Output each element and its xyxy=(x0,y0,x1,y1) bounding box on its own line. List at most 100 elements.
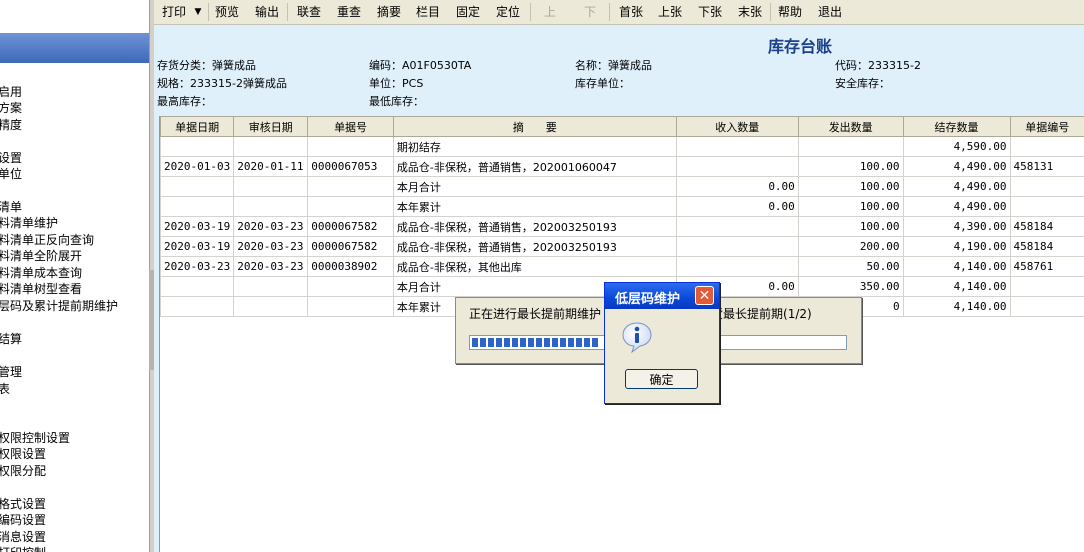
empty-cell xyxy=(234,488,308,507)
print-dropdown-icon[interactable]: ▼ xyxy=(192,2,204,22)
nav-item[interactable]: 料清单成本查询 xyxy=(0,265,82,281)
nav-item[interactable]: 启用 xyxy=(0,84,22,100)
progress-block xyxy=(552,338,558,347)
nav-item[interactable]: 方案 xyxy=(0,100,22,116)
empty-cell xyxy=(903,355,1010,374)
next-record-button[interactable]: 下张 xyxy=(695,2,725,22)
empty-cell xyxy=(393,412,676,431)
table-row[interactable]: 本月合计 0.00 100.00 4,490.00 xyxy=(159,176,1084,197)
columns-button[interactable]: 栏目 xyxy=(413,2,443,22)
empty-cell xyxy=(234,355,308,374)
column-header[interactable]: 单据日期 xyxy=(159,116,235,137)
table-cell: 2020-03-23 xyxy=(233,256,309,277)
nav-item[interactable]: 编码设置 xyxy=(0,512,46,528)
table-cell xyxy=(675,256,799,277)
nav-item[interactable]: 管理 xyxy=(0,364,22,380)
nav-item[interactable]: 权限分配 xyxy=(0,463,46,479)
last-record-button[interactable]: 末张 xyxy=(735,2,765,22)
progress-block xyxy=(520,338,526,347)
exit-button[interactable]: 退出 xyxy=(815,2,845,22)
empty-cell xyxy=(308,374,394,393)
empty-cell xyxy=(903,374,1010,393)
table-cell: 350.00 xyxy=(797,276,904,297)
table-row[interactable]: 本年累计 0.00 100.00 4,490.00 xyxy=(159,196,1084,217)
ok-button[interactable]: 确定 xyxy=(625,369,698,389)
nav-item[interactable]: 设置 xyxy=(0,150,22,166)
table-cell: 2020-01-03 xyxy=(159,156,235,177)
table-cell xyxy=(233,136,309,157)
empty-cell xyxy=(308,526,394,545)
table-row[interactable]: 2020-03-19 2020-03-23 0000067582 成品仓-非保税，普通… xyxy=(159,236,1084,257)
column-header[interactable]: 审核日期 xyxy=(233,116,309,137)
column-header[interactable]: 结存数量 xyxy=(902,116,1011,137)
alias-code: 代码：233315-2 xyxy=(835,59,921,72)
nav-item[interactable]: 结算 xyxy=(0,331,22,347)
column-header[interactable]: 摘 要 xyxy=(392,116,677,137)
dialog-titlebar[interactable]: 低层码维护 ✕ xyxy=(605,283,719,309)
first-record-button[interactable]: 首张 xyxy=(616,2,646,22)
empty-cell xyxy=(1010,431,1084,450)
down-button[interactable]: 下 xyxy=(580,2,600,22)
nav-item[interactable]: 料清单全阶展开 xyxy=(0,248,82,264)
empty-cell xyxy=(1010,374,1084,393)
empty-cell xyxy=(308,336,394,355)
column-header[interactable]: 发出数量 xyxy=(797,116,904,137)
max-stock: 最高库存： xyxy=(157,95,212,108)
column-header[interactable]: 单据号 xyxy=(307,116,394,137)
preview-button[interactable]: 预览 xyxy=(212,2,242,22)
nav-item[interactable]: 料清单正反向查询 xyxy=(0,232,94,248)
table-cell xyxy=(675,136,799,157)
column-header[interactable]: 收入数量 xyxy=(675,116,799,137)
nav-item[interactable]: 精度 xyxy=(0,117,22,133)
nav-item[interactable]: 格式设置 xyxy=(0,496,46,512)
help-button[interactable]: 帮助 xyxy=(775,2,805,22)
table-row[interactable]: 2020-03-19 2020-03-23 0000067582 成品仓-非保税，普通… xyxy=(159,216,1084,237)
empty-cell xyxy=(393,431,676,450)
nav-item[interactable]: 层码及累计提前期维护 xyxy=(0,298,118,314)
progress-block xyxy=(544,338,550,347)
table-cell xyxy=(307,196,394,217)
empty-row xyxy=(161,431,1084,450)
nav-item[interactable]: 清单 xyxy=(0,199,22,215)
requery-button[interactable]: 重查 xyxy=(334,2,364,22)
progress-message-right: 货最长提前期(1/2) xyxy=(711,307,812,321)
print-button[interactable]: 打印 xyxy=(160,2,188,22)
nav-item[interactable]: 表 xyxy=(0,381,10,397)
table-cell: 4,490.00 xyxy=(902,156,1011,177)
progress-bar-fill xyxy=(472,338,598,347)
empty-cell xyxy=(234,412,308,431)
nav-item[interactable]: 权限设置 xyxy=(0,446,46,462)
table-cell xyxy=(159,296,235,317)
empty-cell xyxy=(393,450,676,469)
message-dialog: 低层码维护 ✕ 确定 xyxy=(604,282,720,404)
table-row[interactable]: 2020-01-03 2020-01-11 0000067053 成品仓-非保税，普通… xyxy=(159,156,1084,177)
table-cell: 458761 xyxy=(1009,256,1084,277)
table-cell: 成品仓-非保税，普通销售，202003250193 xyxy=(392,236,677,257)
nav-item[interactable]: 消息设置 xyxy=(0,529,46,545)
nav-item[interactable]: 单位 xyxy=(0,166,22,182)
locate-button[interactable]: 定位 xyxy=(493,2,523,22)
table-row[interactable]: 期初结存 4,590.00 xyxy=(159,136,1084,157)
empty-cell xyxy=(798,469,903,488)
previous-record-button[interactable]: 上张 xyxy=(655,2,685,22)
empty-cell xyxy=(1010,393,1084,412)
nav-item[interactable]: 权限控制设置 xyxy=(0,430,70,446)
nav-item[interactable]: 料清单树型查看 xyxy=(0,281,82,297)
safe-stock: 安全库存： xyxy=(835,77,890,90)
up-button[interactable]: 上 xyxy=(540,2,560,22)
linked-query-button[interactable]: 联查 xyxy=(294,2,324,22)
fix-button[interactable]: 固定 xyxy=(453,2,483,22)
close-icon[interactable]: ✕ xyxy=(695,286,714,305)
output-button[interactable]: 输出 xyxy=(252,2,282,22)
nav-item[interactable]: 料清单维护 xyxy=(0,215,58,231)
table-cell: 成品仓-非保税，其他出库 xyxy=(392,256,677,277)
inventory-category: 存货分类：弹簧成品 xyxy=(157,59,256,72)
table-cell: 4,490.00 xyxy=(902,196,1011,217)
table-row[interactable]: 2020-03-23 2020-03-23 0000038902 成品仓-非保税，其他… xyxy=(159,256,1084,277)
empty-cell xyxy=(393,469,676,488)
empty-cell xyxy=(676,507,798,526)
column-header[interactable]: 单据编号 xyxy=(1009,116,1084,137)
summary-button[interactable]: 摘要 xyxy=(374,2,404,22)
table-cell xyxy=(307,276,394,297)
nav-item[interactable]: 打印控制 xyxy=(0,545,46,552)
